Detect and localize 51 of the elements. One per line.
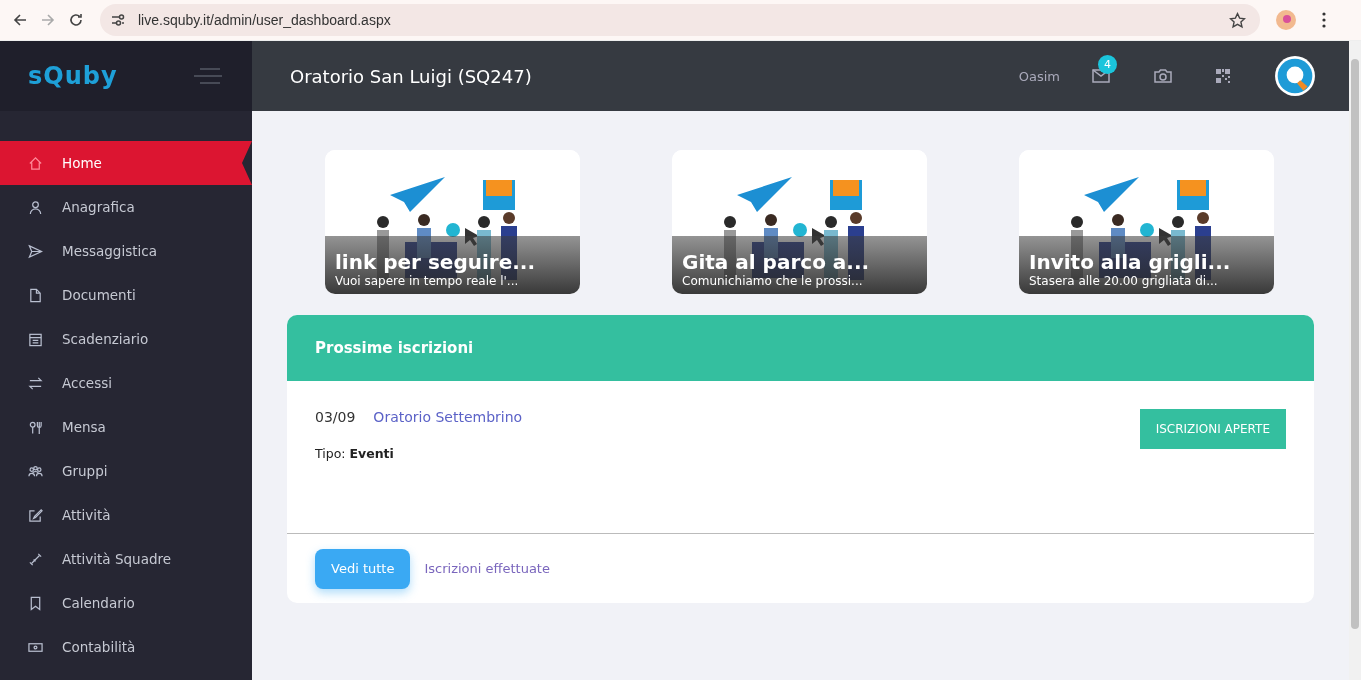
event-date: 03/09: [315, 409, 356, 425]
event-link[interactable]: Oratorio Settembrino: [373, 409, 523, 425]
profile-avatar-icon[interactable]: [1276, 10, 1296, 30]
sidebar-item[interactable]: Documenti: [0, 273, 252, 317]
arrows-icon: [28, 375, 43, 391]
sidebar-item[interactable]: Scadenziario: [0, 317, 252, 361]
notification-badge: 4: [1098, 55, 1117, 74]
logo[interactable]: sQuby: [28, 62, 118, 90]
bookmark-icon: [28, 595, 43, 611]
menu-icon[interactable]: [1322, 12, 1326, 28]
sidebar-item[interactable]: Attività: [0, 493, 252, 537]
mail-icon[interactable]: [1092, 69, 1110, 83]
site-settings-icon[interactable]: [110, 12, 126, 28]
sidebar-item[interactable]: Calendario: [0, 581, 252, 625]
news-excerpt: Comunichiamo che le prossi...: [682, 274, 864, 288]
bookmark-star-icon[interactable]: [1229, 11, 1246, 29]
registrations-link[interactable]: Iscrizioni effettuate: [424, 561, 550, 576]
back-icon[interactable]: [12, 12, 28, 28]
dumbbell-icon: [28, 551, 43, 567]
fork-icon: [28, 419, 43, 435]
qr-code-icon[interactable]: [1216, 69, 1230, 83]
calendar-icon: [28, 331, 43, 347]
sidebar-item[interactable]: Accessi: [0, 361, 252, 405]
sidebar-item[interactable]: Gruppi: [0, 449, 252, 493]
send-icon: [28, 243, 43, 259]
news-title: Invito alla grigli...: [1029, 250, 1232, 274]
user-icon: [28, 199, 43, 215]
address-bar[interactable]: live.squby.it/admin/user_dashboard.aspx: [100, 4, 1260, 36]
home-icon: [28, 155, 43, 171]
news-excerpt: Vuoi sapere in tempo reale l'...: [335, 274, 520, 288]
news-title: link per seguire...: [335, 250, 537, 274]
reload-icon[interactable]: [68, 12, 84, 28]
sidebar-item[interactable]: Messaggistica: [0, 229, 252, 273]
scrollbar[interactable]: [1349, 41, 1361, 680]
avatar-icon[interactable]: [1274, 55, 1316, 97]
organization-title: Oratorio San Luigi (SQ247): [290, 65, 533, 87]
sidebar-item[interactable]: Mensa: [0, 405, 252, 449]
sidebar-item[interactable]: Home: [0, 141, 252, 185]
news-title: Gita al parco a...: [682, 250, 871, 274]
group-icon: [28, 463, 43, 479]
user-name[interactable]: Oasim: [1018, 68, 1060, 84]
camera-icon[interactable]: [1154, 69, 1172, 83]
news-excerpt: Stasera alle 20.00 grigliata di...: [1029, 274, 1219, 288]
file-icon: [28, 287, 43, 303]
event-type: Tipo: Eventi: [315, 446, 394, 461]
panel-title: Prossime iscrizioni: [315, 339, 474, 357]
edit-icon: [28, 507, 43, 523]
url-text: live.squby.it/admin/user_dashboard.aspx: [138, 12, 392, 28]
sidebar-item[interactable]: Contabilità: [0, 625, 252, 669]
sidebar-item[interactable]: Attività Squadre: [0, 537, 252, 581]
sidebar-item[interactable]: Anagrafica: [0, 185, 252, 229]
